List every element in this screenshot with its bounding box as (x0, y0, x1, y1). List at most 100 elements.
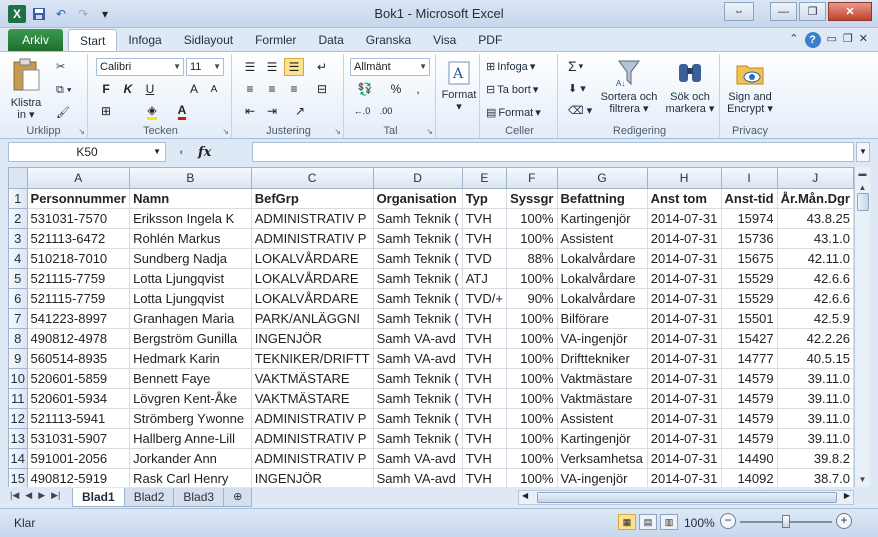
tab-sidlayout[interactable]: Sidlayout (173, 29, 244, 51)
cell[interactable]: Assistent (557, 228, 648, 249)
cell[interactable]: 100% (506, 388, 558, 409)
decrease-decimal-icon[interactable]: .00 (376, 102, 396, 120)
cell[interactable]: LOKALVÅRDARE (251, 288, 374, 309)
row-header[interactable]: 5 (9, 268, 28, 289)
sign-encrypt-button[interactable]: Sign and Encrypt ▾ (722, 58, 778, 115)
sheet-tab-blad3[interactable]: Blad3 (173, 488, 225, 507)
zoom-out-button[interactable]: − (720, 513, 736, 529)
cell[interactable]: 15501 (721, 308, 778, 329)
cell[interactable]: TVH (462, 208, 508, 229)
cell[interactable]: Samh VA-avd (373, 468, 463, 487)
worksheet-grid[interactable]: ABCDEFGHIJ 1 Personnummer Namn BefGrp Organi… (8, 167, 854, 487)
cell[interactable]: TVH (462, 468, 508, 487)
row-header[interactable]: 3 (9, 228, 28, 249)
increase-indent-icon[interactable]: ⇥ (262, 102, 282, 120)
next-sheet-icon[interactable]: ▶ (38, 490, 45, 501)
cell[interactable]: 100% (506, 308, 558, 329)
zoom-level[interactable]: 100% (684, 516, 715, 530)
header-cell[interactable]: Syssgr (506, 188, 558, 209)
sheet-tab-blad1[interactable]: Blad1 (72, 488, 125, 507)
file-tab[interactable]: Arkiv (8, 29, 63, 51)
minimize-ribbon-icon[interactable]: ⌃ (789, 32, 798, 48)
cell[interactable]: ADMINISTRATIV P (251, 428, 374, 449)
currency-icon[interactable]: 💱 (352, 80, 378, 98)
cell[interactable]: TVH (462, 348, 508, 369)
column-header[interactable]: A (27, 168, 131, 189)
cell[interactable]: 520601-5859 (27, 368, 131, 389)
font-name-select[interactable]: Calibri ▼ (96, 58, 184, 76)
cell[interactable]: 521115-7759 (27, 288, 131, 309)
cell[interactable]: Lotta Ljungqvist (129, 268, 252, 289)
cell[interactable]: Samh VA-avd (373, 328, 463, 349)
column-header[interactable]: G (557, 168, 648, 189)
doc-restore-icon[interactable]: ❐ (843, 32, 853, 48)
split-box-icon[interactable]: ▬ (855, 167, 870, 181)
cell[interactable]: 43.1.0 (777, 228, 854, 249)
cell[interactable]: ADMINISTRATIV P (251, 408, 374, 429)
column-header[interactable]: J (777, 168, 854, 189)
cell[interactable]: 42.6.6 (777, 268, 854, 289)
scroll-right-icon[interactable]: ▶ (844, 491, 850, 500)
cell[interactable]: 560514-8935 (27, 348, 131, 369)
cell[interactable]: 42.6.6 (777, 288, 854, 309)
tab-formler[interactable]: Formler (244, 29, 307, 51)
cell[interactable]: Lövgren Kent-Åke (129, 388, 252, 409)
cell[interactable]: Samh Teknik ( (373, 288, 463, 309)
cell[interactable]: ADMINISTRATIV P (251, 208, 374, 229)
merge-center-icon[interactable]: ⊟ (312, 80, 332, 98)
shrink-font-button[interactable]: A (204, 80, 224, 98)
cell[interactable]: 38.7.0 (777, 468, 854, 487)
cell[interactable]: 541223-8997 (27, 308, 131, 329)
thousands-button[interactable]: , (408, 80, 428, 98)
cell[interactable]: 14579 (721, 368, 778, 389)
cell[interactable]: TVH (462, 388, 508, 409)
cell[interactable]: Assistent (557, 408, 648, 429)
cell[interactable]: 2014-07-31 (647, 268, 722, 289)
cell[interactable]: TVH (462, 408, 508, 429)
cell[interactable]: 2014-07-31 (647, 328, 722, 349)
header-cell[interactable]: Anst-tid (721, 188, 778, 209)
cell[interactable]: 15529 (721, 288, 778, 309)
header-cell[interactable]: Personnummer (27, 188, 131, 209)
cell[interactable]: Samh Teknik ( (373, 268, 463, 289)
insert-function-button[interactable]: fx (198, 145, 211, 160)
cell[interactable]: Samh VA-avd (373, 448, 463, 469)
align-bottom-icon[interactable]: ☰ (284, 58, 304, 76)
formula-input[interactable] (252, 142, 854, 162)
column-header[interactable]: B (129, 168, 252, 189)
cell[interactable]: 15675 (721, 248, 778, 269)
select-all-corner[interactable] (9, 168, 28, 189)
cell[interactable]: ATJ (462, 268, 508, 289)
cell[interactable]: 2014-07-31 (647, 408, 722, 429)
cell[interactable]: INGENJÖR (251, 328, 374, 349)
cell[interactable]: 15736 (721, 228, 778, 249)
column-header[interactable]: H (647, 168, 722, 189)
styles-format-button[interactable]: A Format ▾ (440, 60, 478, 113)
cell[interactable]: Samh Teknik ( (373, 428, 463, 449)
cell[interactable]: 42.2.26 (777, 328, 854, 349)
font-launcher-icon[interactable]: ↘ (222, 127, 229, 136)
cell[interactable]: 14777 (721, 348, 778, 369)
cell[interactable]: 2014-07-31 (647, 308, 722, 329)
column-header[interactable]: F (506, 168, 558, 189)
row-header[interactable]: 8 (9, 328, 28, 349)
doc-close-icon[interactable]: ✕ (859, 32, 868, 48)
align-middle-icon[interactable]: ☰ (262, 58, 282, 76)
tab-start[interactable]: Start (68, 29, 118, 51)
page-layout-view-icon[interactable]: ▤ (639, 514, 657, 530)
header-cell[interactable]: Anst tom (647, 188, 722, 209)
cell[interactable]: 15427 (721, 328, 778, 349)
cell[interactable]: Bennett Faye (129, 368, 252, 389)
cell[interactable]: 100% (506, 348, 558, 369)
cell[interactable]: 39.8.2 (777, 448, 854, 469)
wrap-text-icon[interactable]: ↵ (312, 58, 332, 76)
cell[interactable]: TVH (462, 368, 508, 389)
cell[interactable]: 100% (506, 368, 558, 389)
cell[interactable]: VA-ingenjör (557, 328, 648, 349)
paste-button[interactable]: Klistra in ▾ (6, 58, 46, 121)
align-right-icon[interactable]: ≡ (284, 80, 304, 98)
align-center-icon[interactable]: ≡ (262, 80, 282, 98)
cell[interactable]: Strömberg Ywonne (129, 408, 252, 429)
row-header[interactable]: 12 (9, 408, 28, 429)
cell[interactable]: 39.11.0 (777, 368, 854, 389)
